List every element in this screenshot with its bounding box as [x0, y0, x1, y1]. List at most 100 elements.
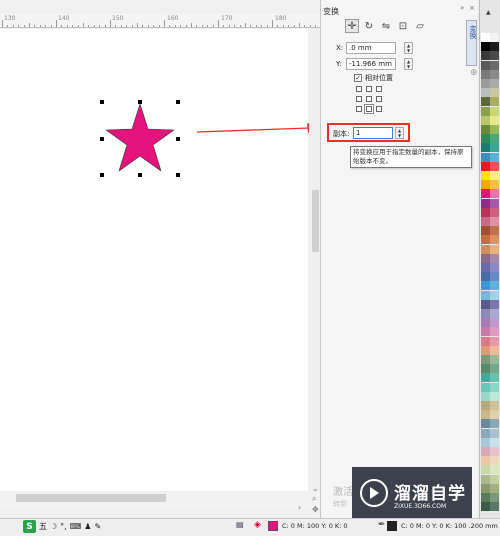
palette-swatch[interactable] — [481, 401, 490, 410]
palette-swatch[interactable] — [490, 263, 499, 272]
palette-swatch[interactable] — [481, 152, 490, 162]
palette-swatch[interactable] — [481, 493, 490, 502]
fill-bucket-icon[interactable]: ◈ — [254, 520, 261, 530]
palette-swatch[interactable] — [490, 125, 499, 134]
palette-swatch[interactable] — [481, 336, 490, 346]
selection-handle[interactable] — [100, 100, 104, 104]
palette-swatch[interactable] — [490, 180, 499, 190]
palette-swatch[interactable] — [490, 171, 499, 180]
add-docker-icon[interactable]: ⊕ — [470, 68, 478, 78]
palette-swatch[interactable] — [481, 88, 490, 98]
palette-swatch[interactable] — [490, 79, 499, 88]
palette-swatch[interactable] — [490, 437, 499, 447]
palette-swatch[interactable] — [481, 410, 490, 420]
anchor-top-right[interactable] — [376, 86, 382, 92]
palette-swatch[interactable] — [490, 226, 499, 236]
palette-swatch[interactable] — [481, 309, 490, 318]
palette-swatch[interactable] — [490, 51, 499, 61]
palette-swatch[interactable] — [490, 355, 499, 364]
palette-swatch[interactable] — [490, 309, 499, 318]
docker-close-icon[interactable]: × — [469, 4, 475, 12]
moon-icon[interactable]: ☽ — [50, 522, 57, 531]
palette-swatch[interactable] — [481, 226, 490, 236]
anchor-bottom-left[interactable] — [356, 106, 362, 112]
palette-swatch[interactable] — [490, 290, 499, 300]
outline-pen-icon[interactable]: ✒ — [378, 520, 386, 530]
fill-color-swatch[interactable] — [268, 521, 278, 531]
document-icon[interactable]: ▤ — [236, 520, 244, 529]
palette-swatch[interactable] — [490, 299, 499, 309]
ime-mode-label[interactable]: 五 — [39, 521, 47, 532]
copies-input[interactable]: 1 — [353, 127, 393, 139]
copies-spinner[interactable]: ▲ ▼ — [395, 127, 404, 139]
palette-swatch[interactable] — [481, 437, 490, 447]
skew-icon[interactable]: ▱ — [413, 19, 427, 33]
palette-swatch[interactable] — [490, 198, 499, 208]
palette-swatch[interactable] — [490, 428, 499, 438]
palette-swatch[interactable] — [490, 373, 499, 383]
palette-swatch[interactable] — [481, 217, 490, 226]
palette-swatch[interactable] — [481, 143, 490, 153]
palette-swatch[interactable] — [490, 69, 499, 79]
wrench-icon[interactable]: ✎ — [94, 522, 101, 531]
anchor-middle-left[interactable] — [356, 96, 362, 102]
palette-swatch[interactable] — [490, 382, 499, 392]
palette-swatch[interactable] — [481, 33, 490, 42]
palette-swatch[interactable] — [481, 235, 490, 245]
horizontal-ruler[interactable]: 130 140 150 160 170 180 — [0, 14, 320, 28]
palette-swatch[interactable] — [490, 207, 499, 217]
selection-handle[interactable] — [176, 173, 180, 177]
size-icon[interactable]: ⊡ — [396, 19, 410, 33]
palette-swatch[interactable] — [490, 281, 499, 291]
palette-swatch[interactable] — [490, 483, 499, 493]
palette-swatch[interactable] — [490, 33, 499, 42]
palette-swatch[interactable] — [490, 60, 499, 70]
palette-swatch[interactable] — [481, 134, 490, 144]
palette-swatch[interactable] — [481, 419, 490, 429]
docker-side-tab[interactable]: 变换 — [466, 20, 477, 66]
x-position-input[interactable]: .0 mm — [346, 42, 396, 54]
palette-swatch[interactable] — [481, 364, 490, 374]
palette-scroll-up-icon[interactable]: ▲ — [486, 9, 491, 16]
palette-swatch[interactable] — [481, 253, 490, 263]
palette-swatch[interactable] — [490, 410, 499, 420]
relative-position-checkbox[interactable]: ✓ — [354, 74, 362, 82]
position-icon[interactable]: ✛ — [345, 19, 359, 33]
palette-swatch[interactable] — [481, 299, 490, 309]
selection-handle[interactable] — [100, 173, 104, 177]
palette-swatch[interactable] — [481, 355, 490, 364]
palette-swatch[interactable] — [481, 272, 490, 282]
anchor-top-center[interactable] — [366, 86, 372, 92]
anchor-bottom-center[interactable] — [366, 106, 372, 112]
palette-swatch[interactable] — [481, 161, 490, 171]
palette-swatch[interactable] — [481, 115, 490, 125]
palette-swatch[interactable] — [481, 345, 490, 355]
palette-swatch[interactable] — [490, 42, 499, 52]
selection-handle[interactable] — [138, 100, 142, 104]
palette-swatch[interactable] — [481, 474, 490, 484]
x-spinner[interactable]: ▲ ▼ — [404, 42, 413, 54]
palette-swatch[interactable] — [481, 79, 490, 88]
scroll-left-icon[interactable]: › — [298, 503, 301, 512]
vertical-scroll-thumb[interactable] — [312, 190, 319, 252]
palette-swatch[interactable] — [481, 97, 490, 107]
y-spinner[interactable]: ▲ ▼ — [404, 58, 413, 70]
anchor-bottom-right[interactable] — [376, 106, 382, 112]
palette-swatch[interactable] — [490, 272, 499, 282]
palette-swatch[interactable] — [490, 502, 499, 512]
ime-toolbar[interactable]: S 五 ☽ °, ⌨ ♟ ✎ — [23, 520, 101, 533]
palette-swatch[interactable] — [481, 51, 490, 61]
palette-swatch[interactable] — [490, 447, 499, 456]
palette-swatch[interactable] — [481, 263, 490, 272]
palette-swatch[interactable] — [490, 391, 499, 401]
palette-swatch[interactable] — [481, 290, 490, 300]
palette-swatch[interactable] — [481, 281, 490, 291]
palette-swatch[interactable] — [490, 235, 499, 245]
palette-swatch[interactable] — [490, 401, 499, 410]
palette-swatch[interactable] — [481, 327, 490, 337]
palette-swatch[interactable] — [490, 364, 499, 374]
horizontal-scroll-thumb[interactable] — [16, 494, 166, 502]
palette-swatch[interactable] — [490, 97, 499, 107]
palette-swatch[interactable] — [481, 502, 490, 512]
palette-swatch[interactable] — [481, 180, 490, 190]
